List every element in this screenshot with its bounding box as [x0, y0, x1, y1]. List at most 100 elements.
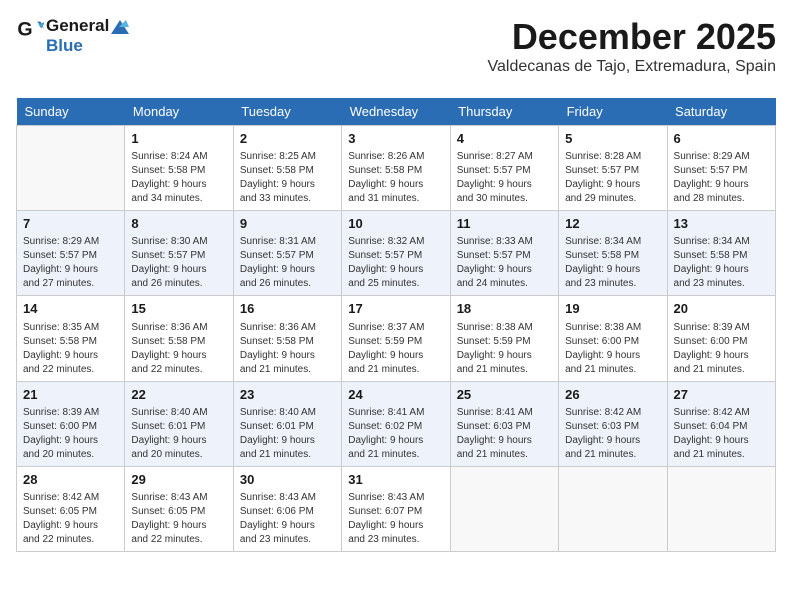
table-row	[667, 466, 775, 551]
table-row: 25 Sunrise: 8:41 AM Sunset: 6:03 PM Dayli…	[450, 381, 558, 466]
day-info: Sunrise: 8:39 AM Sunset: 6:00 PM Dayligh…	[23, 406, 118, 462]
day-info: Sunrise: 8:41 AM Sunset: 6:03 PM Dayligh…	[457, 406, 552, 462]
header-friday: Friday	[559, 98, 667, 126]
header-thursday: Thursday	[450, 98, 558, 126]
day-number: 6	[674, 130, 769, 148]
calendar-week-row: 1 Sunrise: 8:24 AM Sunset: 5:58 PM Daylig…	[17, 126, 776, 211]
table-row: 19Sunrise: 8:38 AM Sunset: 6:00 PM Dayli…	[559, 296, 667, 381]
day-info: Sunrise: 8:35 AM Sunset: 5:58 PM Dayligh…	[23, 321, 118, 377]
day-number: 26	[565, 386, 660, 404]
day-info: Sunrise: 8:43 AM Sunset: 6:06 PM Dayligh…	[240, 491, 335, 547]
day-info: Sunrise: 8:39 AM Sunset: 6:00 PM Dayligh…	[674, 321, 769, 377]
day-number: 25	[457, 386, 552, 404]
calendar-week-row: 7 Sunrise: 8:29 AM Sunset: 5:57 PM Daylig…	[17, 211, 776, 296]
day-number: 8	[131, 215, 226, 233]
day-info: Sunrise: 8:31 AM Sunset: 5:57 PM Dayligh…	[240, 235, 335, 291]
day-number: 10	[348, 215, 443, 233]
day-number: 12	[565, 215, 660, 233]
day-number: 30	[240, 471, 335, 489]
page-header: G General Blue December 2025 Valdecanas …	[16, 16, 776, 90]
day-info: Sunrise: 8:36 AM Sunset: 5:58 PM Dayligh…	[240, 321, 335, 377]
day-info: Sunrise: 8:40 AM Sunset: 6:01 PM Dayligh…	[131, 406, 226, 462]
table-row: 27Sunrise: 8:42 AM Sunset: 6:04 PM Dayli…	[667, 381, 775, 466]
table-row: 23 Sunrise: 8:40 AM Sunset: 6:01 PM Dayli…	[233, 381, 341, 466]
day-info: Sunrise: 8:43 AM Sunset: 6:05 PM Dayligh…	[131, 491, 226, 547]
table-row: 2 Sunrise: 8:25 AM Sunset: 5:58 PM Daylig…	[233, 126, 341, 211]
header-monday: Monday	[125, 98, 233, 126]
logo: G General Blue	[16, 16, 129, 57]
day-info: Sunrise: 8:29 AM Sunset: 5:57 PM Dayligh…	[674, 150, 769, 206]
day-number: 16	[240, 300, 335, 318]
calendar-week-row: 28 Sunrise: 8:42 AM Sunset: 6:05 PM Dayli…	[17, 466, 776, 551]
table-row: 28 Sunrise: 8:42 AM Sunset: 6:05 PM Dayli…	[17, 466, 125, 551]
day-number: 28	[23, 471, 118, 489]
day-number: 19	[565, 300, 660, 318]
table-row	[559, 466, 667, 551]
day-info: Sunrise: 8:25 AM Sunset: 5:58 PM Dayligh…	[240, 150, 335, 206]
table-row: 26 Sunrise: 8:42 AM Sunset: 6:03 PM Dayli…	[559, 381, 667, 466]
day-number: 31	[348, 471, 443, 489]
table-row: 31Sunrise: 8:43 AM Sunset: 6:07 PM Dayli…	[342, 466, 450, 551]
table-row: 10 Sunrise: 8:32 AM Sunset: 5:57 PM Dayli…	[342, 211, 450, 296]
day-number: 14	[23, 300, 118, 318]
calendar-header-row: Sunday Monday Tuesday Wednesday Thursday…	[17, 98, 776, 126]
day-info: Sunrise: 8:40 AM Sunset: 6:01 PM Dayligh…	[240, 406, 335, 462]
table-row: 17Sunrise: 8:37 AM Sunset: 5:59 PM Dayli…	[342, 296, 450, 381]
day-info: Sunrise: 8:27 AM Sunset: 5:57 PM Dayligh…	[457, 150, 552, 206]
day-info: Sunrise: 8:29 AM Sunset: 5:57 PM Dayligh…	[23, 235, 118, 291]
table-row	[450, 466, 558, 551]
table-row: 29 Sunrise: 8:43 AM Sunset: 6:05 PM Dayli…	[125, 466, 233, 551]
calendar-week-row: 21 Sunrise: 8:39 AM Sunset: 6:00 PM Dayli…	[17, 381, 776, 466]
table-row: 18 Sunrise: 8:38 AM Sunset: 5:59 PM Dayli…	[450, 296, 558, 381]
day-info: Sunrise: 8:42 AM Sunset: 6:03 PM Dayligh…	[565, 406, 660, 462]
table-row: 9Sunrise: 8:31 AM Sunset: 5:57 PM Daylig…	[233, 211, 341, 296]
table-row: 20Sunrise: 8:39 AM Sunset: 6:00 PM Dayli…	[667, 296, 775, 381]
table-row: 24 Sunrise: 8:41 AM Sunset: 6:02 PM Dayli…	[342, 381, 450, 466]
table-row: 5Sunrise: 8:28 AM Sunset: 5:57 PM Daylig…	[559, 126, 667, 211]
day-number: 23	[240, 386, 335, 404]
day-info: Sunrise: 8:38 AM Sunset: 5:59 PM Dayligh…	[457, 321, 552, 377]
day-number: 18	[457, 300, 552, 318]
table-row: 14 Sunrise: 8:35 AM Sunset: 5:58 PM Dayli…	[17, 296, 125, 381]
table-row: 3 Sunrise: 8:26 AM Sunset: 5:58 PM Daylig…	[342, 126, 450, 211]
table-row: 30 Sunrise: 8:43 AM Sunset: 6:06 PM Dayli…	[233, 466, 341, 551]
day-number: 21	[23, 386, 118, 404]
day-number: 15	[131, 300, 226, 318]
day-number: 2	[240, 130, 335, 148]
table-row: 1 Sunrise: 8:24 AM Sunset: 5:58 PM Daylig…	[125, 126, 233, 211]
svg-text:G: G	[17, 19, 32, 41]
day-number: 13	[674, 215, 769, 233]
day-number: 29	[131, 471, 226, 489]
table-row: 13Sunrise: 8:34 AM Sunset: 5:58 PM Dayli…	[667, 211, 775, 296]
day-number: 11	[457, 215, 552, 233]
day-number: 3	[348, 130, 443, 148]
table-row: 22 Sunrise: 8:40 AM Sunset: 6:01 PM Dayli…	[125, 381, 233, 466]
header-sunday: Sunday	[17, 98, 125, 126]
day-info: Sunrise: 8:26 AM Sunset: 5:58 PM Dayligh…	[348, 150, 443, 206]
table-row: 6 Sunrise: 8:29 AM Sunset: 5:57 PM Daylig…	[667, 126, 775, 211]
day-info: Sunrise: 8:24 AM Sunset: 5:58 PM Dayligh…	[131, 150, 226, 206]
table-row: 7 Sunrise: 8:29 AM Sunset: 5:57 PM Daylig…	[17, 211, 125, 296]
month-title: December 2025	[488, 16, 776, 58]
day-number: 4	[457, 130, 552, 148]
table-row: 12 Sunrise: 8:34 AM Sunset: 5:58 PM Dayli…	[559, 211, 667, 296]
day-info: Sunrise: 8:42 AM Sunset: 6:04 PM Dayligh…	[674, 406, 769, 462]
day-info: Sunrise: 8:30 AM Sunset: 5:57 PM Dayligh…	[131, 235, 226, 291]
logo-icon: G	[16, 16, 44, 44]
table-row: 21 Sunrise: 8:39 AM Sunset: 6:00 PM Dayli…	[17, 381, 125, 466]
day-info: Sunrise: 8:42 AM Sunset: 6:05 PM Dayligh…	[23, 491, 118, 547]
day-number: 22	[131, 386, 226, 404]
day-number: 24	[348, 386, 443, 404]
day-info: Sunrise: 8:34 AM Sunset: 5:58 PM Dayligh…	[565, 235, 660, 291]
table-row: 8 Sunrise: 8:30 AM Sunset: 5:57 PM Daylig…	[125, 211, 233, 296]
day-number: 1	[131, 130, 226, 148]
day-info: Sunrise: 8:32 AM Sunset: 5:57 PM Dayligh…	[348, 235, 443, 291]
location-subtitle: Valdecanas de Tajo, Extremadura, Spain	[488, 58, 776, 76]
header-tuesday: Tuesday	[233, 98, 341, 126]
table-row: 16 Sunrise: 8:36 AM Sunset: 5:58 PM Dayli…	[233, 296, 341, 381]
header-wednesday: Wednesday	[342, 98, 450, 126]
day-info: Sunrise: 8:41 AM Sunset: 6:02 PM Dayligh…	[348, 406, 443, 462]
day-number: 17	[348, 300, 443, 318]
table-row	[17, 126, 125, 211]
day-number: 7	[23, 215, 118, 233]
